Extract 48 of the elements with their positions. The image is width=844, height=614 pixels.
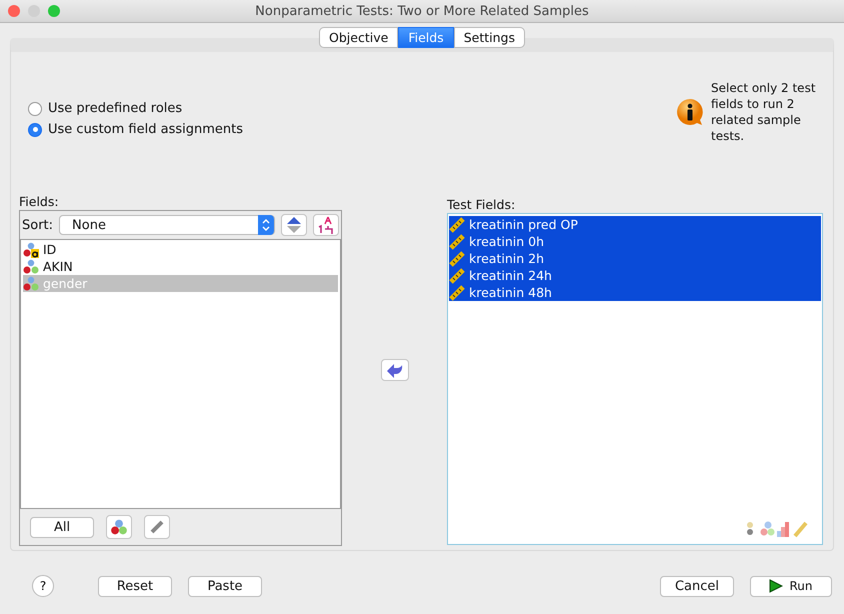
paste-button[interactable]: Paste [188, 576, 262, 596]
nominal-field-icon [110, 518, 128, 536]
reset-button[interactable]: Reset [98, 576, 172, 596]
nominal-field-icon [23, 258, 39, 274]
all-button[interactable]: All [30, 516, 94, 538]
radio-button[interactable] [28, 122, 42, 136]
play-icon [769, 579, 784, 593]
test-field-item[interactable]: kreatinin pred OP [449, 216, 821, 233]
string-field-icon [23, 242, 39, 258]
info-icon [675, 97, 705, 127]
test-field-item[interactable]: kreatinin 48h [449, 284, 821, 301]
radio-button[interactable] [28, 102, 42, 116]
test-field-item[interactable]: kreatinin 0h [449, 233, 821, 250]
sort-dropdown[interactable]: None [59, 215, 275, 235]
ruler-icon [449, 250, 465, 266]
radio-label: Use predefined roles [48, 101, 182, 116]
window-title: Nonparametric Tests: Two or More Related Samples [254, 4, 590, 18]
nominal-filter-button[interactable] [106, 515, 132, 539]
sort-label: Sort: [22, 218, 54, 232]
tab[interactable]: Fields [398, 27, 454, 48]
sort-alpha-button[interactable] [313, 214, 339, 236]
scale-filter-button[interactable] [144, 515, 170, 539]
tab[interactable]: Settings [454, 27, 525, 48]
chevron-icon [262, 219, 270, 231]
help-button[interactable]: ? [32, 575, 54, 597]
triangle-icon [286, 216, 302, 234]
sort-order-button[interactable] [281, 214, 307, 236]
test-field-item[interactable]: kreatinin 2h [449, 250, 821, 267]
ruler-icon [449, 284, 465, 300]
field-item[interactable]: AKIN [23, 258, 338, 275]
tab[interactable]: Objective [319, 27, 398, 48]
run-button[interactable]: Run [750, 576, 832, 596]
move-back-button[interactable] [380, 359, 408, 381]
ruler-icon [449, 216, 465, 232]
sort-alpha-icon [317, 216, 335, 234]
fields-label: Fields: [19, 194, 60, 210]
ruler-icon [149, 519, 165, 535]
test-fields-label: Test Fields: [447, 197, 516, 213]
info-message: Select only 2 test fields to run 2 related sample tests. [711, 80, 817, 144]
field-item[interactable]: ID [23, 241, 338, 258]
cancel-button[interactable]: Cancel [660, 576, 734, 596]
ruler-icon [449, 268, 465, 284]
close-button[interactable] [8, 5, 20, 17]
test-field-item[interactable]: kreatinin 24h [449, 267, 821, 284]
nominal-field-icon [23, 276, 39, 292]
back-arrow-icon [386, 362, 404, 378]
ruler-icon [449, 234, 465, 250]
radio-label: Use custom field assignments [48, 122, 243, 137]
